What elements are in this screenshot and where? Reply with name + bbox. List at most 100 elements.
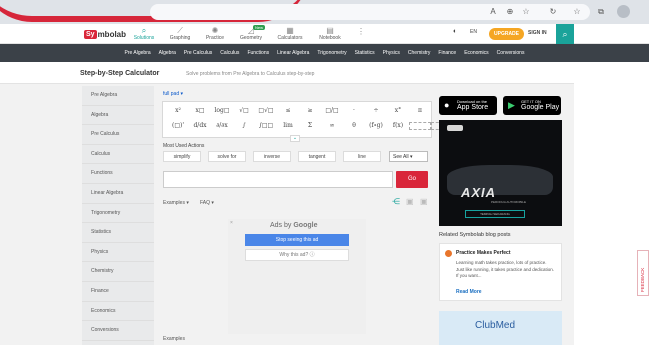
math-input[interactable] bbox=[163, 171, 393, 188]
refresh-icon[interactable]: ↻ bbox=[548, 7, 558, 17]
action-inverse-button[interactable]: inverse bbox=[253, 151, 291, 162]
sidebar-item[interactable]: Calculus bbox=[82, 145, 154, 165]
topic-link[interactable]: Calculus bbox=[220, 50, 239, 56]
faq-dropdown[interactable]: FAQ ▾ bbox=[200, 200, 214, 206]
nav-geometry[interactable]: New ◿ Geometry bbox=[233, 25, 269, 41]
keypad-key[interactable]: π bbox=[409, 107, 431, 114]
save-icon[interactable]: ▣ bbox=[420, 197, 428, 206]
nav-label: Geometry bbox=[240, 35, 262, 41]
topic-link[interactable]: Physics bbox=[383, 50, 400, 56]
topic-link[interactable]: Pre Algebra bbox=[125, 50, 151, 56]
action-tangent-button[interactable]: tangent bbox=[298, 151, 336, 162]
topic-link[interactable]: Algebra bbox=[159, 50, 176, 56]
topic-link[interactable]: Conversions bbox=[497, 50, 525, 56]
sidebar-item[interactable]: Trigonometry bbox=[82, 204, 154, 224]
sidebar-item[interactable]: Statistics bbox=[82, 223, 154, 243]
keypad-key[interactable]: Σ bbox=[299, 122, 321, 132]
keypad-key[interactable]: d/dx bbox=[189, 122, 211, 132]
favorites-icon[interactable]: ☆ bbox=[572, 7, 582, 17]
keypad-key[interactable]: ÷ bbox=[365, 107, 387, 114]
keypad-key[interactable]: x² bbox=[167, 107, 189, 114]
topic-link[interactable]: Functions bbox=[247, 50, 269, 56]
action-line-button[interactable]: line bbox=[343, 151, 381, 162]
blog-post-card[interactable]: Practice Makes Perfect Learning math tak… bbox=[439, 243, 562, 301]
topic-link[interactable]: Economics bbox=[464, 50, 488, 56]
sidebar-item[interactable]: Functions bbox=[82, 164, 154, 184]
feedback-tab[interactable]: FEEDBACK bbox=[637, 250, 649, 296]
topic-link[interactable]: Trigonometry bbox=[317, 50, 346, 56]
keypad-key[interactable]: f(x) bbox=[387, 122, 409, 132]
keypad-key[interactable]: ∫ bbox=[233, 122, 255, 132]
app-store-badge[interactable]: ● Download on the App Store bbox=[439, 96, 497, 115]
sidebar-item[interactable]: Finance bbox=[82, 282, 154, 302]
upgrade-button[interactable]: UPGRADE bbox=[489, 28, 525, 40]
keypad-key[interactable]: √□ bbox=[233, 107, 255, 114]
ad-close-icon[interactable]: × bbox=[230, 220, 233, 226]
see-all-dropdown[interactable]: See All ▾ bbox=[389, 151, 428, 162]
nav-calculators[interactable]: ▦ Calculators bbox=[272, 26, 308, 41]
read-more-link[interactable]: Read More bbox=[456, 289, 482, 295]
examples-dropdown[interactable]: Examples ▾ bbox=[163, 200, 189, 206]
keypad-key-placeholder[interactable] bbox=[409, 122, 431, 132]
keypad-key[interactable]: ≤ bbox=[277, 107, 299, 114]
sidebar-item[interactable]: Physics bbox=[82, 243, 154, 263]
sidebar-item[interactable]: Economics bbox=[82, 302, 154, 322]
keypad-key[interactable]: ∂/∂x bbox=[211, 122, 233, 132]
collections-icon[interactable]: ⧉ bbox=[596, 7, 606, 17]
car-advertisement[interactable]: AXIA PERODUA AUTOMOBILE TEMPAH SEKARANG bbox=[439, 120, 562, 226]
sidebar-item[interactable]: Pre Calculus bbox=[82, 125, 154, 145]
keypad-key[interactable]: · bbox=[343, 107, 365, 114]
profile-avatar[interactable] bbox=[617, 5, 630, 18]
more-vert-icon[interactable]: ⋮ bbox=[357, 27, 365, 36]
keypad-key[interactable]: ∫□□ bbox=[255, 122, 277, 132]
dark-mode-icon[interactable]: ◐ bbox=[453, 28, 457, 35]
keypad-key[interactable]: lim bbox=[277, 122, 299, 132]
topic-link[interactable]: Statistics bbox=[355, 50, 375, 56]
sidebar-item[interactable]: Algebra bbox=[82, 106, 154, 126]
topic-link[interactable]: Pre Calculus bbox=[184, 50, 212, 56]
keypad-key[interactable]: (f∘g) bbox=[365, 122, 387, 132]
action-simplify-button[interactable]: simplify bbox=[163, 151, 201, 162]
blog-post-title[interactable]: Practice Makes Perfect bbox=[456, 250, 510, 256]
full-pad-toggle[interactable]: full pad ▾ bbox=[163, 91, 183, 97]
language-selector[interactable]: EN bbox=[470, 29, 477, 35]
car-cta-button[interactable]: TEMPAH SEKARANG bbox=[465, 210, 525, 218]
action-solve-for-button[interactable]: solve for bbox=[208, 151, 246, 162]
keypad-key[interactable]: x° bbox=[387, 107, 409, 114]
read-aloud-icon[interactable]: A bbox=[488, 7, 498, 17]
keypad-key[interactable]: ∞ bbox=[321, 122, 343, 132]
chevron-down-icon[interactable]: ⌄ bbox=[290, 135, 300, 142]
symbolab-logo[interactable]: Sy mbolab bbox=[84, 29, 126, 40]
keypad-key[interactable]: (□)' bbox=[167, 122, 189, 132]
topic-link[interactable]: Finance bbox=[438, 50, 456, 56]
nav-graphing[interactable]: ⟋ Graphing bbox=[162, 26, 198, 41]
topic-link[interactable]: Linear Algebra bbox=[277, 50, 309, 56]
go-button[interactable]: Go bbox=[396, 171, 428, 188]
keypad-key[interactable]: □√□ bbox=[255, 107, 277, 114]
sign-in-link[interactable]: SIGN IN bbox=[528, 30, 547, 36]
print-icon[interactable]: ▣ bbox=[406, 197, 414, 206]
keypad-key[interactable]: log□ bbox=[211, 107, 233, 114]
nav-practice[interactable]: ✺ Practice bbox=[197, 26, 233, 41]
sidebar-item[interactable]: Linear Algebra bbox=[82, 184, 154, 204]
keypad-key[interactable]: θ bbox=[343, 122, 365, 132]
zoom-icon[interactable]: ⊕ bbox=[505, 7, 515, 17]
keypad-key[interactable]: x□ bbox=[189, 107, 211, 114]
google-play-badge[interactable]: ▶ GET IT ON Google Play bbox=[503, 96, 561, 115]
share-icon[interactable]: ⋲ bbox=[392, 197, 400, 206]
sidebar-item[interactable]: Pre Algebra bbox=[82, 86, 154, 106]
search-button[interactable]: ⌕ bbox=[556, 24, 574, 44]
why-this-ad-button[interactable]: Why this ad? ⓘ bbox=[245, 249, 349, 261]
page-subtitle: Solve problems from Pre Algebra to Calcu… bbox=[186, 71, 315, 77]
clubmed-advertisement[interactable]: ClubMed bbox=[439, 311, 562, 345]
topic-link[interactable]: Chemistry bbox=[408, 50, 431, 56]
keypad-key[interactable]: ≥ bbox=[299, 107, 321, 114]
sidebar-item[interactable]: Chemistry bbox=[82, 262, 154, 282]
favorite-icon[interactable]: ☆ bbox=[521, 7, 531, 17]
apple-icon: ● bbox=[444, 100, 450, 110]
nav-notebook[interactable]: ▤ Notebook bbox=[312, 26, 348, 41]
nav-solutions[interactable]: ⌕ Solutions bbox=[126, 26, 162, 41]
stop-seeing-ad-button[interactable]: Stop seeing this ad bbox=[245, 234, 349, 246]
sidebar-item[interactable]: Conversions bbox=[82, 321, 154, 341]
keypad-key[interactable]: □/□ bbox=[321, 107, 343, 114]
